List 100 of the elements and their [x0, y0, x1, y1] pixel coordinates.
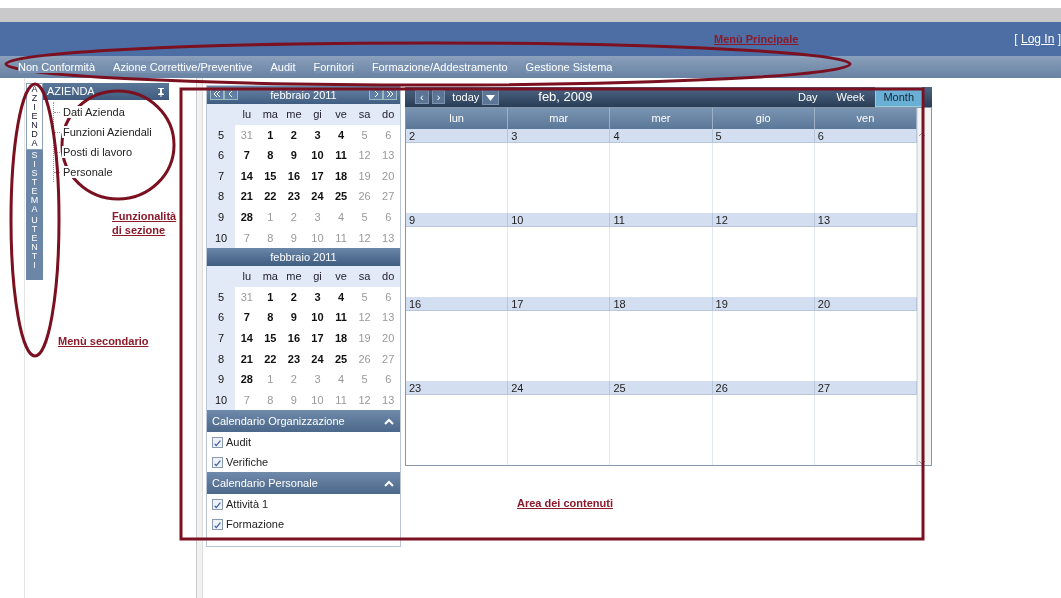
day-number[interactable]: 7	[235, 145, 259, 166]
day-number[interactable]: 24	[508, 381, 611, 395]
today-link[interactable]: today	[452, 88, 480, 106]
weekday-label: lu	[235, 104, 259, 125]
week-number: 10	[207, 227, 235, 249]
day-number[interactable]: 7	[235, 307, 259, 328]
day-number[interactable]: 15	[258, 165, 283, 187]
weekday-label: ma	[258, 104, 283, 125]
day-number[interactable]: 16	[406, 297, 509, 311]
day-number[interactable]: 24	[305, 186, 330, 207]
day-number[interactable]: 1	[258, 124, 283, 146]
day-number[interactable]: 14	[235, 165, 259, 187]
day-number[interactable]: 4	[329, 286, 353, 308]
checkbox-label: Audit	[226, 435, 252, 451]
week-number: 6	[207, 307, 235, 328]
day-number[interactable]: 4	[610, 129, 713, 143]
tree-item[interactable]: Personale	[54, 162, 169, 182]
day-number[interactable]: 26	[712, 381, 815, 395]
day-number[interactable]: 28	[235, 206, 259, 228]
day-number[interactable]: 8	[258, 145, 283, 166]
weekday-label: me	[282, 104, 306, 125]
tree-item[interactable]: Funzioni Aziendali	[54, 122, 169, 142]
annotation-label: Menù Principale	[714, 33, 799, 47]
group-header[interactable]: Calendario Personale	[207, 472, 400, 495]
tree-item[interactable]: Posti di lavoro	[54, 142, 169, 162]
day-number[interactable]: 15	[258, 327, 283, 349]
day-number[interactable]: 11	[329, 307, 353, 328]
day-number[interactable]: 21	[235, 186, 259, 207]
day-number[interactable]: 10	[305, 145, 330, 166]
bracket: [	[1014, 32, 1019, 46]
week-number: 7	[207, 327, 235, 349]
day-number[interactable]: 3	[305, 124, 330, 146]
day-number[interactable]: 28	[235, 369, 259, 390]
side-tab[interactable]: UTENTI	[26, 215, 43, 280]
checkbox-label: Verifiche	[226, 455, 269, 471]
day-number[interactable]: 11	[610, 213, 713, 227]
side-tab[interactable]: SISTEMA	[26, 150, 43, 215]
day-number[interactable]: 2	[406, 129, 509, 143]
week-number: 5	[207, 124, 235, 146]
day-number[interactable]: 23	[282, 348, 306, 370]
month-title: febbraio 2011	[270, 249, 337, 265]
weekday-label: ma	[258, 266, 283, 287]
day-number[interactable]: 24	[305, 348, 330, 370]
month-title: febbraio 2011	[270, 87, 337, 103]
day-number[interactable]: 5	[712, 129, 815, 143]
day-number[interactable]: 23	[406, 381, 509, 395]
day-number[interactable]: 13	[814, 213, 917, 227]
day-number[interactable]: 22	[258, 348, 283, 370]
day-number[interactable]: 17	[305, 327, 330, 349]
day-number[interactable]: 21	[235, 348, 259, 370]
bracket: ]	[1056, 32, 1061, 46]
day-number[interactable]: 20	[814, 297, 917, 311]
day-number[interactable]: 8	[258, 307, 283, 328]
day-number[interactable]: 18	[329, 165, 353, 187]
week-number: 6	[207, 145, 235, 166]
side-tab[interactable]: AZIENDA	[26, 83, 43, 150]
week-number: 8	[207, 186, 235, 207]
day-number[interactable]: 17	[508, 297, 611, 311]
panel-title: AZIENDA	[47, 84, 95, 100]
day-number[interactable]: 1	[258, 286, 283, 308]
day-number[interactable]: 3	[305, 286, 330, 308]
day-number[interactable]: 22	[258, 186, 283, 207]
day-number[interactable]: 4	[329, 124, 353, 146]
day-number[interactable]: 25	[329, 186, 353, 207]
group-header[interactable]: Calendario Organizzazione	[207, 410, 400, 433]
day-number[interactable]: 27	[814, 381, 917, 395]
login-link[interactable]: Log In	[1020, 32, 1055, 46]
weekday-header: ven	[814, 108, 917, 129]
day-number[interactable]: 18	[329, 327, 353, 349]
day-number[interactable]: 9	[282, 307, 306, 328]
day-number[interactable]: 17	[305, 165, 330, 187]
day-number[interactable]: 23	[282, 186, 306, 207]
day-number[interactable]: 25	[610, 381, 713, 395]
day-number[interactable]: 3	[508, 129, 611, 143]
day-number[interactable]: 2	[282, 124, 306, 146]
day-number[interactable]: 6	[814, 129, 917, 143]
weekday-label: gi	[305, 266, 330, 287]
checkbox-label: Attività 1	[226, 497, 269, 513]
day-number[interactable]: 18	[610, 297, 713, 311]
day-number[interactable]: 16	[282, 165, 306, 187]
week-number: 10	[207, 389, 235, 411]
day-number[interactable]: 9	[406, 213, 509, 227]
day-number[interactable]: 16	[282, 327, 306, 349]
view-tab[interactable]: Week	[828, 86, 873, 108]
tree-item[interactable]: Dati Azienda	[54, 102, 169, 122]
week-number: 8	[207, 348, 235, 370]
day-number[interactable]: 2	[282, 286, 306, 308]
calendar-title: feb, 2009	[538, 88, 594, 107]
day-number[interactable]: 25	[329, 348, 353, 370]
week-number: 5	[207, 286, 235, 308]
view-tab[interactable]: Day	[789, 86, 826, 108]
day-number[interactable]: 11	[329, 145, 353, 166]
day-number[interactable]: 19	[712, 297, 815, 311]
day-number[interactable]: 12	[712, 213, 815, 227]
annotation-label: Area dei contenuti	[517, 497, 613, 511]
day-number[interactable]: 10	[305, 307, 330, 328]
day-number[interactable]: 9	[282, 145, 306, 166]
weekday-label: lu	[235, 266, 259, 287]
day-number[interactable]: 14	[235, 327, 259, 349]
day-number[interactable]: 10	[508, 213, 611, 227]
